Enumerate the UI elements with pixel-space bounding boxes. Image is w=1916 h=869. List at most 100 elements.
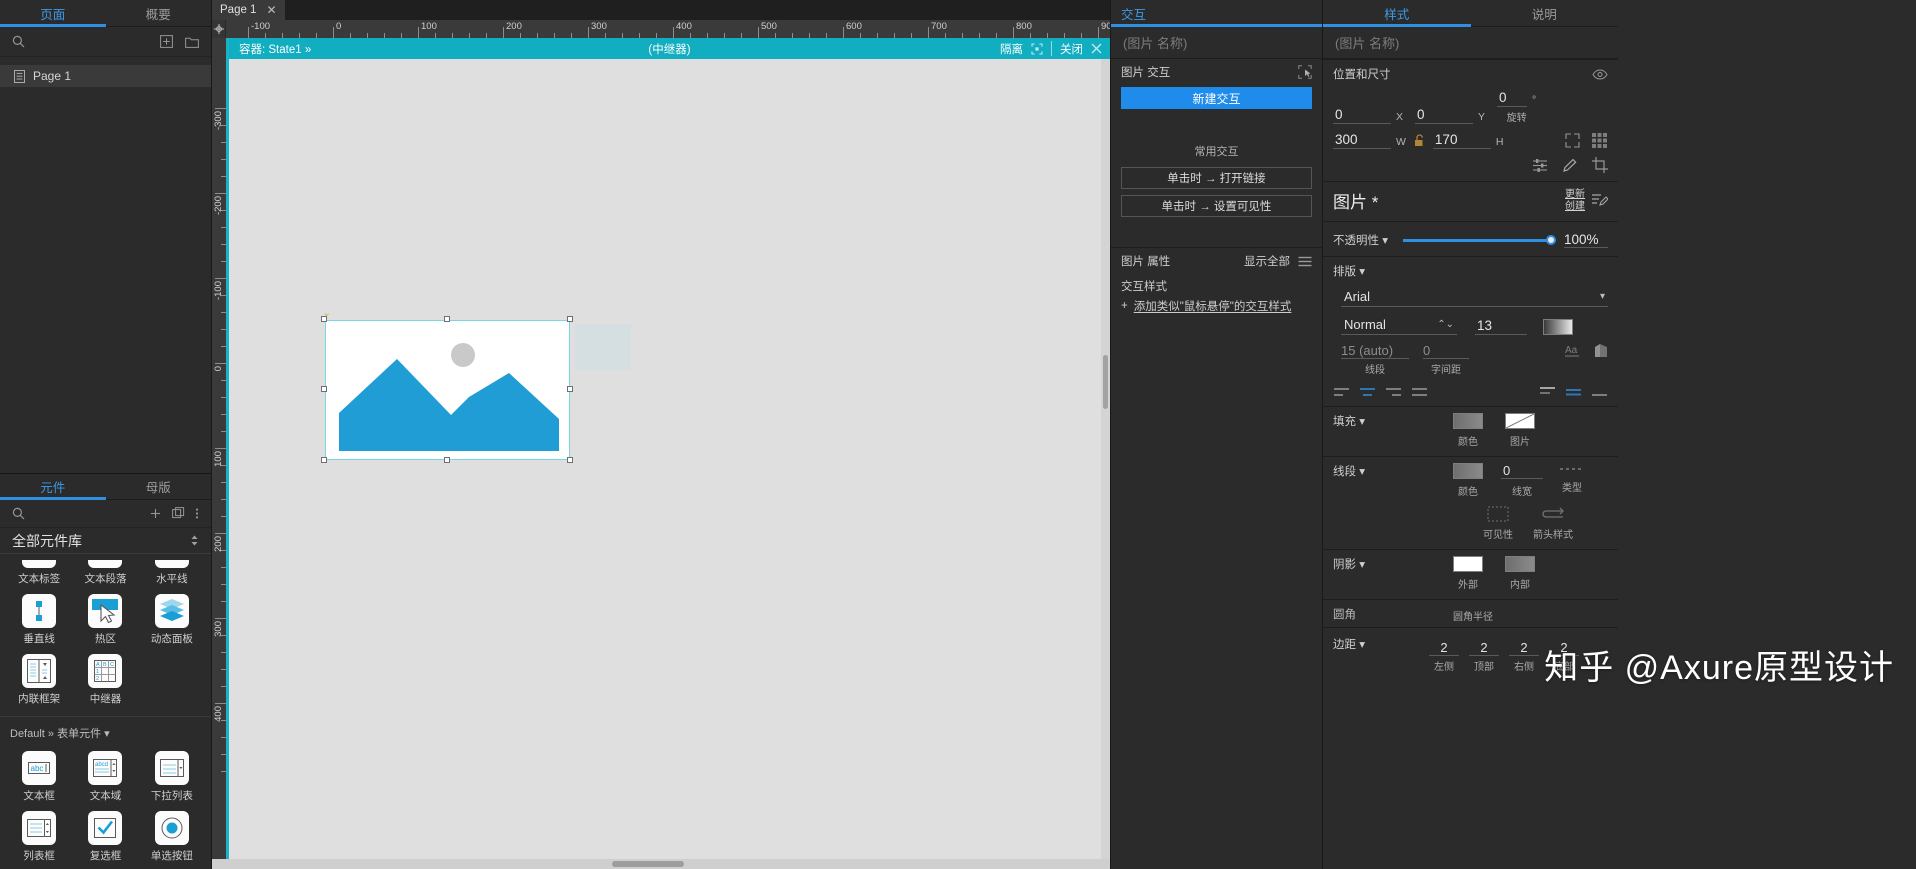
align-bottom-icon[interactable] bbox=[1591, 386, 1608, 398]
resize-handle-n[interactable] bbox=[444, 316, 450, 322]
align-top-icon[interactable] bbox=[1539, 386, 1556, 398]
widget-dropdown[interactable]: 下拉列表 bbox=[139, 749, 205, 807]
close-x-icon[interactable] bbox=[1091, 43, 1102, 54]
padding-right-value[interactable]: 2 bbox=[1509, 640, 1539, 656]
close-icon[interactable]: ✕ bbox=[266, 3, 276, 17]
resize-icon[interactable] bbox=[1564, 132, 1581, 149]
style-create-label[interactable]: 创建 bbox=[1565, 201, 1585, 212]
align-left-icon[interactable] bbox=[1333, 386, 1350, 398]
add-page-icon[interactable] bbox=[160, 35, 173, 48]
add-interaction-style-row[interactable]: + 添加类似"鼠标悬停"的交互样式 bbox=[1111, 296, 1322, 316]
resize-handle-w[interactable] bbox=[321, 386, 327, 392]
font-size-field[interactable] bbox=[1475, 318, 1527, 335]
scrollbar-thumb[interactable] bbox=[1103, 355, 1108, 409]
height-input[interactable] bbox=[1432, 132, 1491, 149]
padding-label[interactable]: 边距 ▾ bbox=[1333, 636, 1429, 652]
ruler-origin-icon[interactable] bbox=[212, 20, 226, 38]
tab-notes[interactable]: 说明 bbox=[1471, 0, 1619, 26]
typography-label[interactable]: 排版 ▾ bbox=[1333, 263, 1608, 279]
isolate-icon[interactable] bbox=[1031, 42, 1043, 55]
shadow-label[interactable]: 阴影 ▾ bbox=[1333, 556, 1453, 572]
line-width-value[interactable]: 0 bbox=[1501, 463, 1543, 479]
fill-image-control[interactable]: 图片 bbox=[1505, 413, 1535, 448]
line-type-control[interactable]: 类型 bbox=[1559, 463, 1585, 494]
common-interaction-open-link[interactable]: 单击时 → 打开链接 bbox=[1121, 167, 1312, 189]
resize-handle-s[interactable] bbox=[444, 457, 450, 463]
resize-handle-e[interactable] bbox=[567, 386, 573, 392]
widget-hotspot[interactable]: 热区 bbox=[72, 592, 138, 650]
resize-handle-sw[interactable] bbox=[321, 457, 327, 463]
widget-name-input[interactable]: (图片 名称) bbox=[1111, 27, 1322, 59]
font-style-select[interactable]: Normal ⌃⌄ bbox=[1341, 315, 1457, 335]
widget-radio-button[interactable]: 单选按钮 bbox=[139, 809, 205, 867]
duplicate-icon[interactable] bbox=[172, 507, 185, 520]
tab-interactions[interactable]: 交互 bbox=[1111, 0, 1322, 27]
resize-handle-se[interactable] bbox=[567, 457, 573, 463]
fill-image-swatch[interactable] bbox=[1505, 413, 1535, 429]
add-folder-icon[interactable] bbox=[185, 36, 199, 48]
padding-left-field[interactable]: 2 左侧 bbox=[1429, 640, 1459, 673]
scrollbar-thumb[interactable] bbox=[612, 861, 684, 867]
selection-target-icon[interactable] bbox=[1298, 65, 1312, 79]
padding-right-field[interactable]: 2 右侧 bbox=[1509, 640, 1539, 673]
anchor-grid-icon[interactable] bbox=[1591, 132, 1608, 149]
line-width-control[interactable]: 0 线宽 bbox=[1501, 463, 1543, 498]
widget-list-box[interactable]: 列表框 bbox=[6, 809, 72, 867]
style-update-create[interactable]: 更新 创建 bbox=[1565, 189, 1585, 213]
opacity-value[interactable]: 100% bbox=[1564, 232, 1608, 248]
align-right-icon[interactable] bbox=[1385, 386, 1402, 398]
style-update-label[interactable]: 更新 bbox=[1565, 189, 1585, 200]
padding-top-value[interactable]: 2 bbox=[1469, 640, 1499, 656]
fill-color-swatch[interactable] bbox=[1453, 413, 1483, 429]
page-tree-item-page1[interactable]: Page 1 bbox=[0, 65, 211, 87]
letter-spacing-field[interactable]: 0 字间距 bbox=[1423, 343, 1469, 376]
widget-text-paragraph[interactable]: 文本段落 bbox=[72, 558, 138, 590]
align-center-icon[interactable] bbox=[1359, 386, 1376, 398]
widget-text-label[interactable]: 文本标签 bbox=[6, 558, 72, 590]
height-field[interactable]: H bbox=[1432, 132, 1504, 149]
line-color-swatch[interactable] bbox=[1453, 463, 1483, 479]
widget-checkbox[interactable]: 复选框 bbox=[72, 809, 138, 867]
search-icon[interactable] bbox=[12, 507, 25, 520]
widget-inline-frame[interactable]: 内联框架 bbox=[6, 652, 72, 710]
padding-top-field[interactable]: 2 顶部 bbox=[1469, 640, 1499, 673]
plus-icon[interactable] bbox=[149, 507, 162, 520]
font-family-select[interactable]: Arial ▾ bbox=[1341, 287, 1608, 307]
widget-text-area[interactable]: abcd 文本域 bbox=[72, 749, 138, 807]
tab-pages[interactable]: 页面 bbox=[0, 0, 106, 27]
x-input[interactable] bbox=[1333, 107, 1391, 124]
tab-style[interactable]: 样式 bbox=[1323, 0, 1471, 27]
new-interaction-button[interactable]: 新建交互 bbox=[1121, 87, 1312, 109]
chevron-updown-icon[interactable] bbox=[190, 534, 199, 547]
widget-repeater[interactable]: A B C 1 2 中继器 bbox=[72, 652, 138, 710]
outer-shadow-control[interactable]: 外部 bbox=[1453, 556, 1483, 591]
canvas-vertical-scrollbar[interactable] bbox=[1101, 59, 1110, 859]
y-input[interactable] bbox=[1415, 107, 1474, 124]
widget-vertical-line[interactable]: 垂直线 bbox=[6, 592, 72, 650]
padding-bottom-field[interactable]: 2 底部 bbox=[1549, 640, 1579, 673]
border-visibility-control[interactable]: 可见性 bbox=[1483, 506, 1513, 541]
widget-dynamic-panel[interactable]: 动态面板 bbox=[139, 592, 205, 650]
align-middle-icon[interactable] bbox=[1565, 386, 1582, 398]
canvas-horizontal-scrollbar[interactable] bbox=[212, 859, 1110, 869]
update-style-icon[interactable] bbox=[1591, 193, 1608, 208]
inner-shadow-control[interactable]: 内部 bbox=[1505, 556, 1535, 591]
isolate-label[interactable]: 隔离 bbox=[1000, 41, 1023, 57]
align-justify-icon[interactable] bbox=[1411, 386, 1428, 398]
selected-image-widget[interactable]: ⌄ bbox=[321, 307, 573, 463]
tab-widgets[interactable]: 元件 bbox=[0, 474, 106, 500]
style-widget-name-input[interactable]: (图片 名称) bbox=[1323, 27, 1618, 59]
form-widgets-group-header[interactable]: Default » 表单元件 ▾ bbox=[0, 716, 211, 745]
border-visibility-icon[interactable] bbox=[1487, 506, 1509, 522]
line-label[interactable]: 线段 ▾ bbox=[1333, 463, 1453, 479]
line-height-field[interactable]: 15 (auto) 线段 bbox=[1341, 343, 1409, 376]
sliders-icon[interactable] bbox=[1532, 158, 1548, 173]
fill-color-control[interactable]: 颜色 bbox=[1453, 413, 1483, 448]
opacity-label[interactable]: 不透明性 ▾ bbox=[1333, 232, 1395, 248]
widget-horizontal-line[interactable]: 水平线 bbox=[139, 558, 205, 590]
crop-icon[interactable] bbox=[1592, 157, 1608, 173]
document-tab-page1[interactable]: Page 1 ✕ bbox=[212, 0, 285, 20]
properties-show-all[interactable]: 显示全部 bbox=[1244, 253, 1290, 269]
more-options-icon[interactable] bbox=[195, 507, 199, 520]
x-field[interactable]: X bbox=[1333, 107, 1403, 124]
